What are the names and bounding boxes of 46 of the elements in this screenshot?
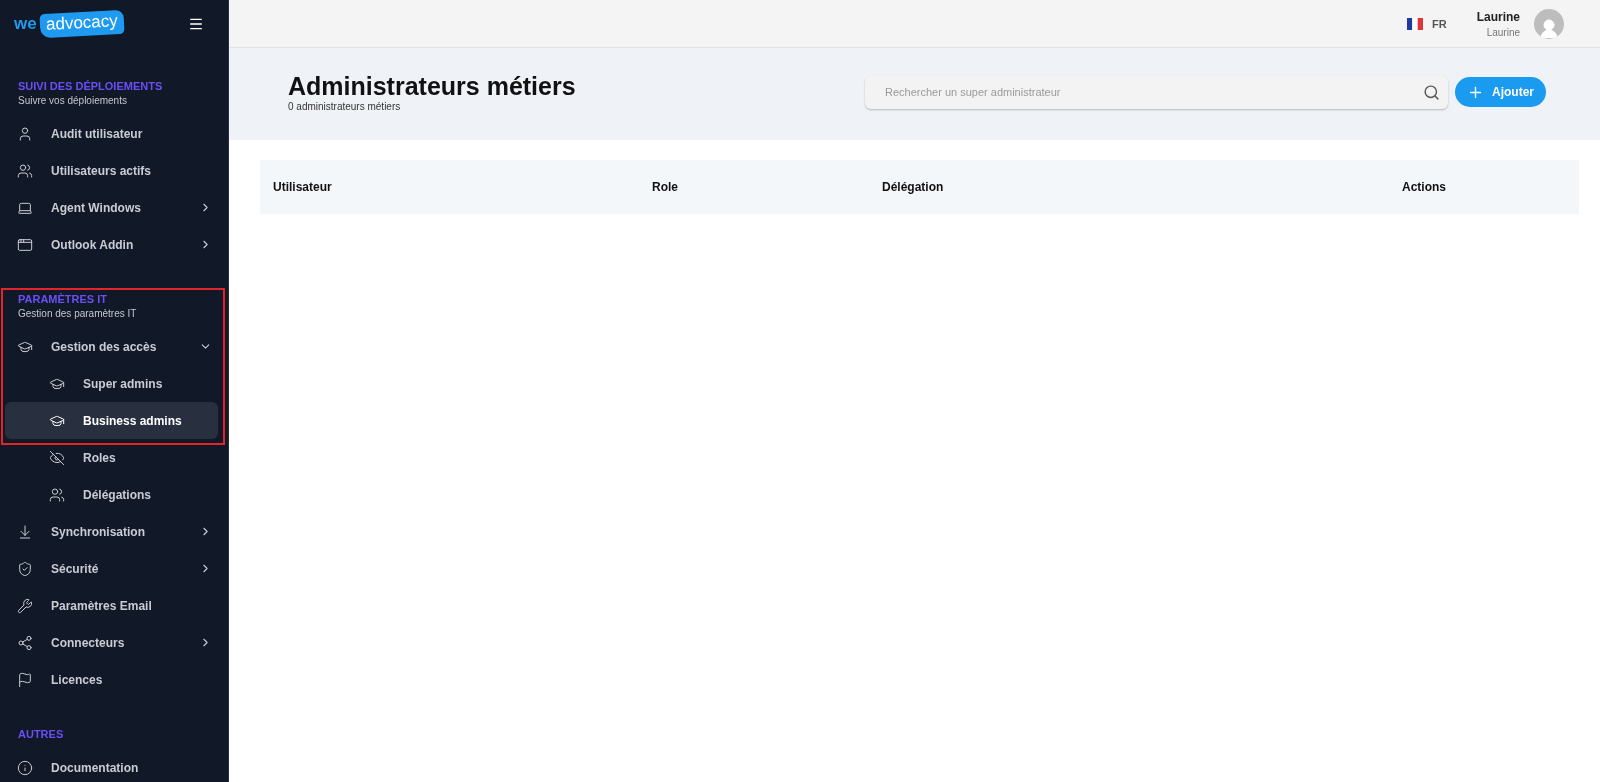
flag-icon <box>17 671 33 688</box>
sidebar-item[interactable]: Agent Windows <box>5 189 218 226</box>
sidebar-item[interactable]: Audit utilisateur <box>5 115 218 152</box>
sidebar-item[interactable]: Utilisateurs actifs <box>5 152 218 189</box>
item-count: 0 administrateurs métiers <box>288 100 402 112</box>
person-icon <box>17 125 33 142</box>
logo-name: advocacy <box>39 9 125 39</box>
share-icon <box>17 634 33 651</box>
section-subtitle: Gestion des paramètres IT <box>17 307 138 321</box>
column-header: Délégation <box>882 180 945 194</box>
sidebar-item[interactable]: Documentation <box>5 749 218 782</box>
page-title: Administrateurs métiers <box>288 70 577 101</box>
sidebar-item[interactable]: Licences <box>5 661 218 698</box>
sidebar-item[interactable]: Gestion des accès <box>5 328 218 365</box>
search-icon[interactable] <box>1423 83 1440 101</box>
eye-off-icon <box>49 449 65 466</box>
column-header: Utilisateur <box>273 180 333 194</box>
sidebar-item[interactable]: Sécurité <box>5 550 218 587</box>
sidebar-item[interactable]: Roles <box>5 439 218 476</box>
menu-icon[interactable] <box>188 16 204 32</box>
section-subtitle: Suivre vos déploiements <box>17 94 128 108</box>
search-field[interactable]: Rechercher un super administrateur <box>865 75 1448 109</box>
people-icon <box>17 162 33 179</box>
sidebar-item[interactable]: Outlook Addin <box>5 226 218 263</box>
shield-check-icon <box>17 560 33 577</box>
window-icon <box>17 236 33 253</box>
section-title: AUTRES <box>17 727 65 742</box>
sidebar-item[interactable]: Connecteurs <box>5 624 218 661</box>
user-name: Laurine <box>1476 9 1520 24</box>
download-icon <box>17 523 33 540</box>
info-icon <box>17 759 33 776</box>
sidebar-item[interactable]: Synchronisation <box>5 513 218 550</box>
column-header: Role <box>652 180 679 194</box>
sidebar-item[interactable]: Business admins <box>5 402 218 439</box>
section-title: SUIVI DES DÉPLOIEMENTS <box>17 79 164 94</box>
people-icon <box>49 486 65 503</box>
column-header: Actions <box>1402 180 1447 194</box>
wrench-icon <box>17 597 33 614</box>
logo-prefix: we <box>14 14 37 34</box>
language-label[interactable]: FR <box>1432 17 1447 30</box>
sidebar-item[interactable]: Super admins <box>5 365 218 402</box>
section-title: PARAMÈTRES IT <box>17 292 109 307</box>
flag-icon <box>1407 17 1423 30</box>
sidebar-item[interactable]: Délégations <box>5 476 218 513</box>
user-login: Laurine <box>1486 26 1520 38</box>
sidebar-item[interactable]: Paramètres Email <box>5 587 218 624</box>
